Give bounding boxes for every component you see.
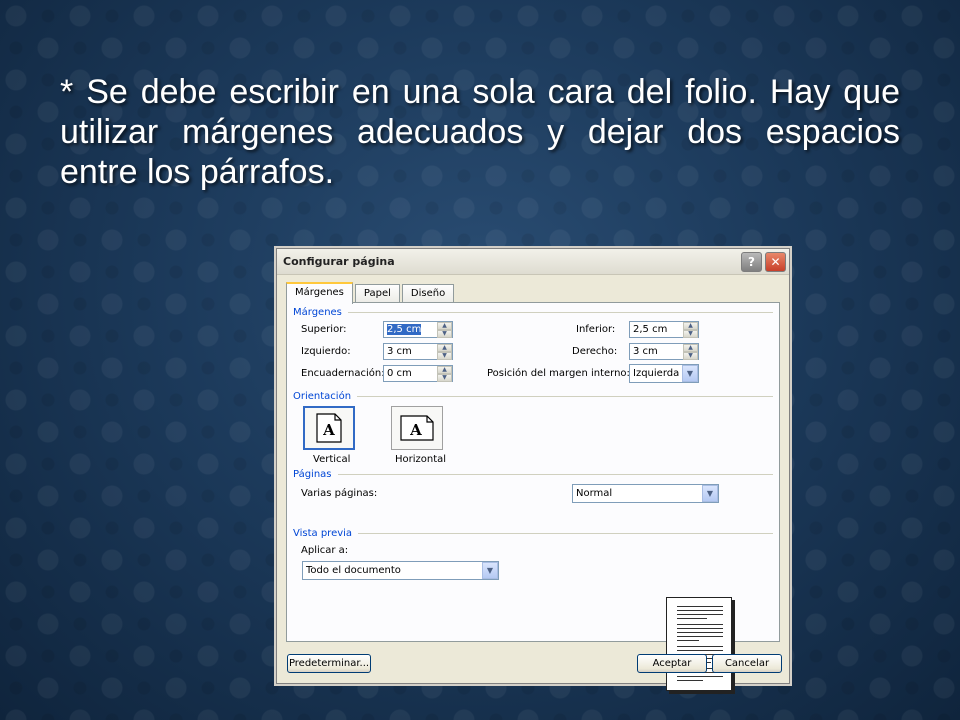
predeterminar-button[interactable]: Predeterminar...: [287, 654, 371, 673]
spin-up-icon[interactable]: ▲: [437, 322, 452, 330]
dialog-titlebar: Configurar página ? ✕: [277, 249, 789, 275]
vertical-label: Vertical: [313, 454, 351, 465]
chevron-down-icon[interactable]: ▼: [482, 562, 498, 579]
help-button[interactable]: ?: [741, 251, 762, 272]
inferior-spinner[interactable]: 2,5 cm ▲ ▼: [629, 321, 699, 338]
aplicar-value: Todo el documento: [306, 565, 401, 576]
superior-label: Superior:: [301, 324, 347, 335]
orientation-vertical-button[interactable]: A: [303, 406, 355, 450]
horizontal-label: Horizontal: [395, 454, 447, 465]
spin-up-icon[interactable]: ▲: [683, 344, 698, 352]
varias-paginas-label: Varias páginas:: [301, 488, 378, 499]
svg-text:A: A: [322, 421, 335, 439]
spin-down-icon[interactable]: ▼: [437, 352, 452, 360]
tab-diseno[interactable]: Diseño: [401, 284, 455, 303]
inferior-label: Inferior:: [576, 324, 616, 335]
varias-paginas-value: Normal: [576, 488, 613, 499]
aceptar-button[interactable]: Aceptar: [637, 654, 707, 673]
portrait-page-icon: A: [316, 413, 342, 443]
dialog-title: Configurar página: [283, 255, 395, 268]
izquierdo-label: Izquierdo:: [301, 346, 351, 357]
close-button[interactable]: ✕: [765, 251, 786, 272]
varias-paginas-select[interactable]: Normal ▼: [572, 484, 719, 503]
spin-up-icon[interactable]: ▲: [437, 344, 452, 352]
spin-up-icon[interactable]: ▲: [437, 366, 452, 374]
posicion-margen-select[interactable]: Izquierda ▼: [629, 364, 699, 383]
chevron-down-icon[interactable]: ▼: [702, 485, 718, 502]
spin-down-icon[interactable]: ▼: [683, 330, 698, 338]
derecho-spinner[interactable]: 3 cm ▲ ▼: [629, 343, 699, 360]
superior-value[interactable]: 2,5 cm: [384, 322, 437, 337]
margins-group-label: Márgenes: [293, 307, 773, 318]
tab-strip: Márgenes Papel Diseño: [286, 282, 456, 304]
close-icon: ✕: [770, 254, 781, 269]
tab-panel-margenes: Márgenes Superior: 2,5 cm ▲ ▼ Izquierdo: …: [286, 302, 780, 691]
pages-group-label: Páginas: [293, 469, 773, 480]
izquierdo-value[interactable]: 3 cm: [384, 344, 437, 359]
orientation-horizontal-button[interactable]: A: [391, 406, 443, 450]
orientation-group-label: Orientación: [293, 391, 773, 402]
slide-text: * Se debe escribir en una sola cara del …: [60, 73, 900, 191]
tab-papel[interactable]: Papel: [354, 284, 400, 303]
spin-down-icon[interactable]: ▼: [683, 352, 698, 360]
landscape-page-icon: A: [400, 415, 434, 441]
izquierdo-spinner[interactable]: 3 cm ▲ ▼: [383, 343, 453, 360]
aplicar-select[interactable]: Todo el documento ▼: [302, 561, 499, 580]
derecho-label: Derecho:: [572, 346, 618, 357]
encuadernacion-value[interactable]: 0 cm: [384, 366, 437, 381]
svg-text:A: A: [409, 421, 422, 439]
page-setup-dialog: Configurar página ? ✕ Márgenes Papel Dis…: [276, 248, 790, 691]
spin-down-icon[interactable]: ▼: [437, 330, 452, 338]
spin-up-icon[interactable]: ▲: [683, 322, 698, 330]
derecho-value[interactable]: 3 cm: [630, 344, 683, 359]
help-icon: ?: [748, 254, 755, 269]
superior-spinner[interactable]: 2,5 cm ▲ ▼: [383, 321, 453, 338]
chevron-down-icon[interactable]: ▼: [682, 365, 698, 382]
encuadernacion-spinner[interactable]: 0 cm ▲ ▼: [383, 365, 453, 382]
preview-group-label: Vista previa: [293, 528, 773, 539]
cancelar-button[interactable]: Cancelar: [712, 654, 782, 673]
posicion-margen-label: Posición del margen interno:: [487, 368, 630, 379]
aplicar-label: Aplicar a:: [301, 545, 349, 556]
spin-down-icon[interactable]: ▼: [437, 374, 452, 382]
encuadernacion-label: Encuadernación:: [301, 368, 385, 379]
tab-margenes[interactable]: Márgenes: [286, 282, 353, 304]
posicion-margen-value: Izquierda: [633, 368, 680, 379]
inferior-value[interactable]: 2,5 cm: [630, 322, 683, 337]
page-preview: [666, 597, 732, 691]
